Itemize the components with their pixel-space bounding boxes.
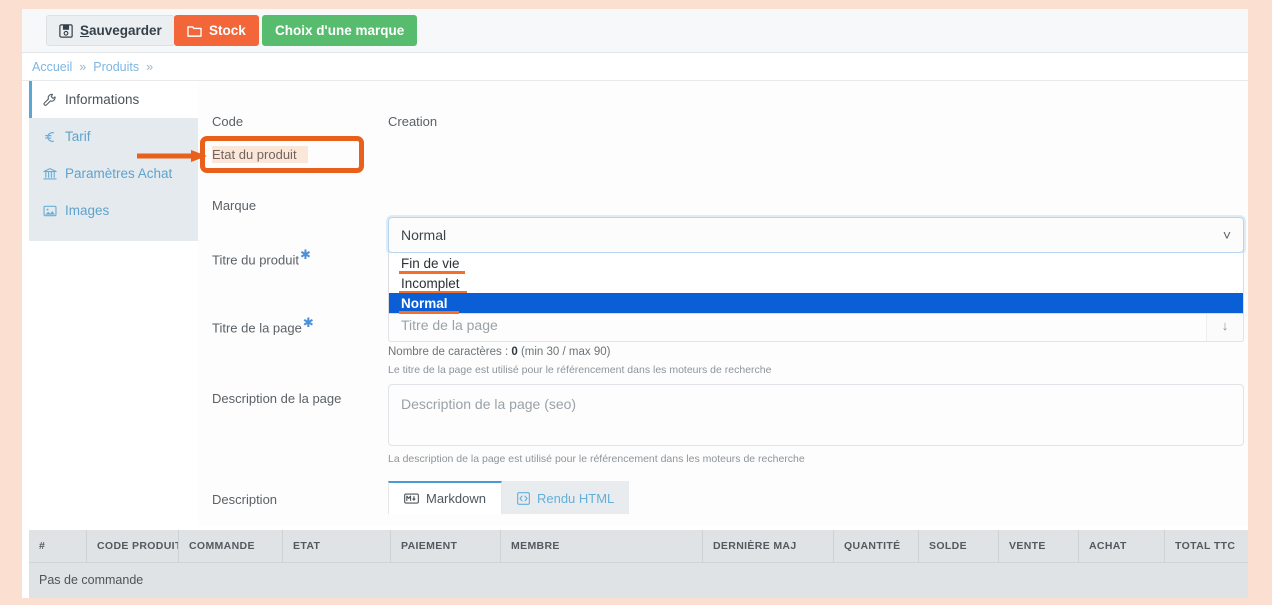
- etat-produit-select[interactable]: Normal ˅: [388, 217, 1244, 253]
- tab-markdown[interactable]: Markdown: [388, 481, 502, 514]
- image-icon: [43, 204, 65, 218]
- field-label-description-page: Description de la page: [212, 391, 341, 406]
- description-page-hint: La description de la page est utilisé po…: [388, 453, 805, 465]
- column-header-total-ttc: TOTAL TTC: [1165, 530, 1248, 562]
- column-header-vente: VENTE: [999, 530, 1079, 562]
- titre-page-counter: Nombre de caractères : 0 (min 30 / max 9…: [388, 346, 610, 358]
- etat-produit-options-list: Fin de vie Incomplet Normal: [388, 253, 1244, 314]
- column-header-membre: MEMBRE: [501, 530, 703, 562]
- sidebar-tabs: Informations Tarif Par: [29, 81, 198, 241]
- tab-markdown-label: Markdown: [426, 491, 486, 506]
- column-header-achat: ACHAT: [1079, 530, 1165, 562]
- orders-table-empty-row: Pas de commande: [29, 563, 1248, 597]
- counter-prefix: Nombre de caractères :: [388, 346, 511, 358]
- field-value-creation: Creation: [388, 114, 437, 129]
- sidebar-item-images[interactable]: Images: [29, 192, 198, 229]
- empty-message: Pas de commande: [39, 573, 143, 587]
- field-label-description: Description: [212, 492, 277, 507]
- save-label-rest: auvegarder: [89, 23, 162, 38]
- titre-produit-text: Titre du produit: [212, 252, 299, 267]
- content-area: Informations Tarif Par: [22, 81, 1248, 526]
- field-label-titre-page: Titre de la page✱: [212, 315, 314, 335]
- sidebar-item-label: Tarif: [65, 129, 91, 144]
- field-label-titre-produit: Titre du produit✱: [212, 247, 311, 267]
- save-button-label: Sauvegarder: [80, 23, 162, 38]
- sidebar-item-label: Informations: [65, 92, 139, 107]
- sidebar-item-label: Images: [65, 203, 109, 218]
- annotation-underline: [399, 311, 459, 314]
- breadcrumb-item-produits[interactable]: Produits: [93, 60, 139, 74]
- stock-button[interactable]: Stock: [174, 15, 259, 46]
- stock-button-label: Stock: [209, 23, 246, 38]
- titre-page-hint: Le titre de la page est utilisé pour le …: [388, 364, 771, 376]
- euro-icon: [43, 130, 65, 144]
- application-window: Sauvegarder Stock Choix d'une marque Acc…: [22, 9, 1248, 598]
- column-header-etat: ETAT: [283, 530, 391, 562]
- column-header-code-produit: CODE PRODUIT: [87, 530, 179, 562]
- required-star: ✱: [300, 247, 311, 262]
- folder-icon: [187, 24, 202, 38]
- tab-rendu-html-label: Rendu HTML: [537, 491, 614, 506]
- etat-produit-selected-value: Normal: [401, 227, 446, 243]
- breadcrumb-item-accueil[interactable]: Accueil: [32, 60, 72, 74]
- option-normal[interactable]: Normal: [389, 293, 1243, 313]
- column-header-quantite: QUANTITÉ: [834, 530, 919, 562]
- bank-icon: [43, 167, 65, 181]
- column-header-index: #: [29, 530, 87, 562]
- option-label: Incomplet: [401, 276, 460, 291]
- option-fin-de-vie[interactable]: Fin de vie: [389, 253, 1243, 273]
- wrench-icon: [43, 93, 65, 107]
- field-label-marque: Marque: [212, 198, 256, 213]
- required-star: ✱: [303, 315, 314, 330]
- markdown-icon: [404, 493, 419, 504]
- sidebar-item-tarif[interactable]: Tarif: [29, 118, 198, 155]
- field-label-code: Code: [212, 114, 243, 129]
- description-editor-tabs: Markdown Rendu HTML: [388, 481, 629, 514]
- option-label: Normal: [401, 296, 448, 311]
- orders-table: # CODE PRODUIT COMMANDE ETAT PAIEMENT ME…: [29, 530, 1248, 598]
- sidebar-item-informations[interactable]: Informations: [29, 81, 198, 118]
- column-header-derniere-maj: DERNIÈRE MAJ: [703, 530, 834, 562]
- option-incomplet[interactable]: Incomplet: [389, 273, 1243, 293]
- choose-brand-button[interactable]: Choix d'une marque: [262, 15, 417, 46]
- choose-brand-label: Choix d'une marque: [275, 23, 404, 38]
- sidebar-item-label: Paramètres Achat: [65, 166, 172, 181]
- save-button[interactable]: Sauvegarder: [46, 15, 175, 46]
- orders-table-header: # CODE PRODUIT COMMANDE ETAT PAIEMENT ME…: [29, 530, 1248, 563]
- sidebar-item-parametres-achat[interactable]: Paramètres Achat: [29, 155, 198, 192]
- option-label: Fin de vie: [401, 256, 460, 271]
- breadcrumb-separator-1: »: [79, 60, 86, 74]
- column-header-commande: COMMANDE: [179, 530, 283, 562]
- toolbar: Sauvegarder Stock Choix d'une marque: [22, 9, 1248, 53]
- floppy-disk-icon: [59, 24, 73, 38]
- column-header-solde: SOLDE: [919, 530, 999, 562]
- breadcrumb-separator-2: »: [146, 60, 153, 74]
- save-accesskey: S: [80, 23, 89, 38]
- description-page-textarea[interactable]: Description de la page (seo): [388, 384, 1244, 446]
- counter-suffix: (min 30 / max 90): [518, 346, 611, 358]
- screenshot-frame: Sauvegarder Stock Choix d'une marque Acc…: [0, 0, 1272, 605]
- titre-page-text: Titre de la page: [212, 320, 302, 335]
- tab-rendu-html[interactable]: Rendu HTML: [502, 481, 629, 514]
- description-page-control: Description de la page (seo): [388, 384, 1244, 446]
- code-icon: [517, 492, 530, 505]
- breadcrumb: Accueil » Produits »: [22, 53, 1248, 81]
- chevron-down-icon: ˅: [1223, 227, 1231, 243]
- column-header-paiement: PAIEMENT: [391, 530, 501, 562]
- field-label-etat-produit: Etat du produit: [212, 147, 297, 162]
